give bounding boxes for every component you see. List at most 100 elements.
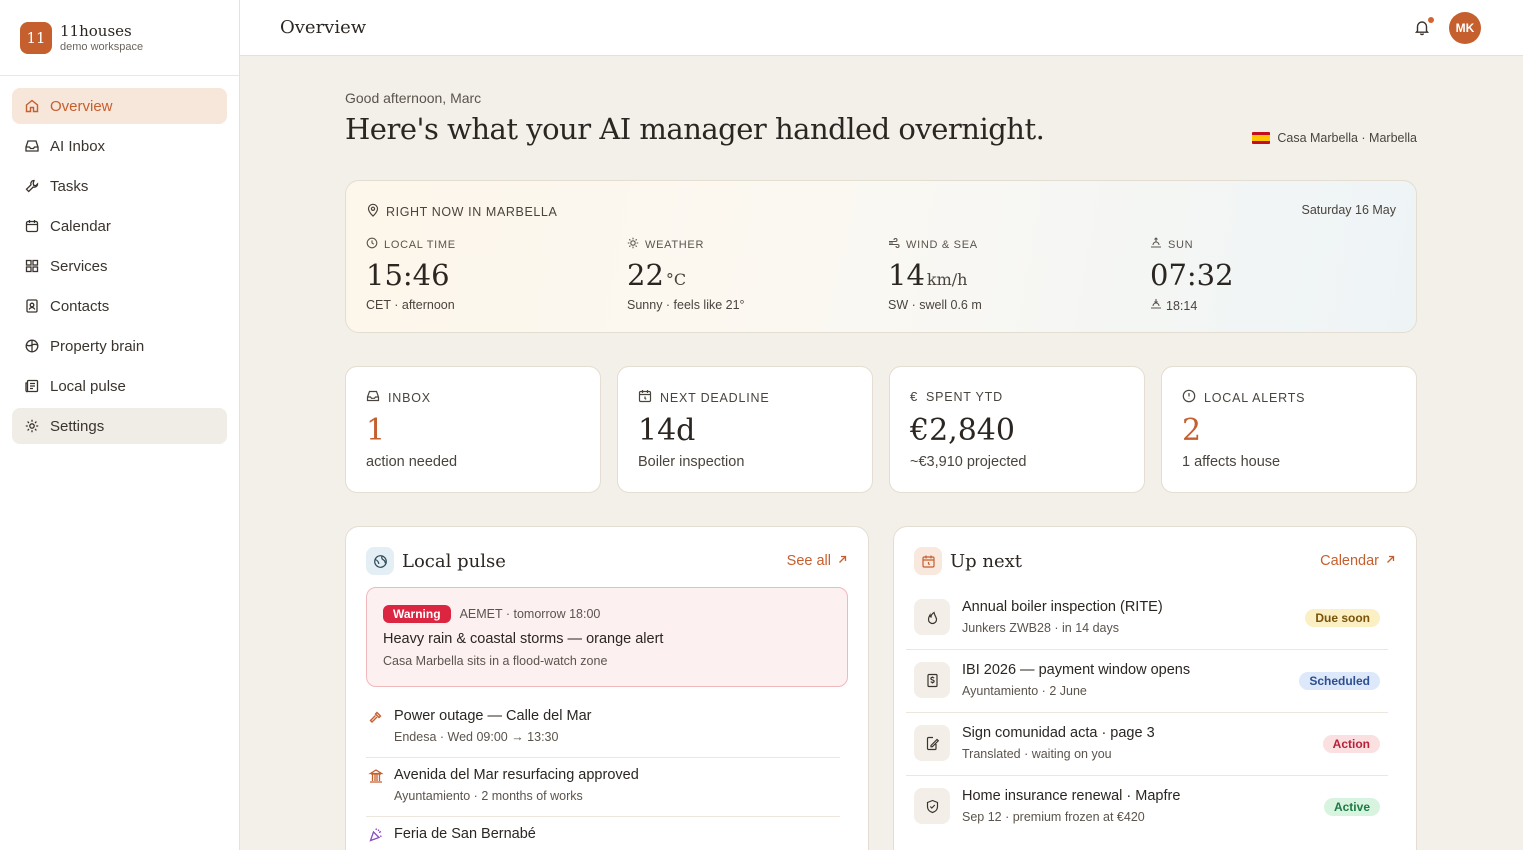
- sidebar-item-ai-inbox[interactable]: AI Inbox: [12, 128, 227, 164]
- sidebar-item-label: Overview: [50, 97, 113, 115]
- notification-dot: [1428, 17, 1434, 23]
- party-icon: [368, 827, 384, 843]
- weather-block: WEATHER 22 °C Sunny · feels like 21°: [627, 237, 745, 312]
- sidebar-item-contacts[interactable]: Contacts: [12, 288, 227, 324]
- headline: Here's what your AI manager handled over…: [345, 112, 1045, 146]
- calendar-link-label: Calendar: [1320, 553, 1379, 569]
- local-time-value: 15:46: [366, 258, 450, 292]
- right-now-heading-text: RIGHT NOW IN MARBELLA: [386, 204, 558, 219]
- sun-icon: [627, 237, 645, 252]
- right-now-heading: RIGHT NOW IN MARBELLA: [366, 203, 557, 220]
- spent-stat-label: SPENT YTD: [926, 389, 1003, 404]
- wind-sub: SW · swell 0.6 m: [888, 298, 982, 312]
- sidebar-item-overview[interactable]: Overview: [12, 88, 227, 124]
- bell-icon: [1413, 21, 1431, 40]
- temperature-unit: °C: [665, 270, 687, 289]
- up-next-panel: Up next Calendar Annual boiler inspectio…: [893, 526, 1417, 850]
- sidebar-item-settings[interactable]: Settings: [12, 408, 227, 444]
- pulse-item-title: Avenida del Mar resurfacing approved: [394, 767, 639, 783]
- arrow-up-right-icon: [1379, 553, 1396, 569]
- up-next-item-title: Home insurance renewal · Mapfre: [962, 788, 1181, 804]
- list-item[interactable]: Home insurance renewal · Mapfre Sep 12 ·…: [906, 776, 1388, 839]
- property-location[interactable]: Casa Marbella · Marbella: [1252, 131, 1417, 145]
- local-time-sub: CET · afternoon: [366, 298, 455, 312]
- inbox-stat-card[interactable]: INBOX 1 action needed: [345, 366, 601, 493]
- gear-icon: [24, 418, 40, 434]
- alerts-stat-card[interactable]: LOCAL ALERTS 2 1 affects house: [1161, 366, 1417, 493]
- wind-value: 14: [888, 258, 925, 292]
- map-pin-icon: [366, 203, 386, 220]
- receipt-icon: [914, 662, 950, 698]
- list-item[interactable]: Annual boiler inspection (RITE) Junkers …: [906, 587, 1388, 650]
- spent-stat-sub: ~€3,910 projected: [910, 454, 1027, 470]
- sidebar-item-label: AI Inbox: [50, 137, 106, 155]
- deadline-stat-card[interactable]: NEXT DEADLINE 14d Boiler inspection: [617, 366, 873, 493]
- weather-label: WEATHER: [645, 238, 705, 251]
- calendar-link[interactable]: Calendar: [1320, 553, 1396, 569]
- list-item[interactable]: Sign comunidad acta · page 3 Translated …: [906, 713, 1388, 776]
- status-badge: Active: [1323, 798, 1380, 816]
- sidebar-item-label: Tasks: [50, 177, 89, 195]
- status-badge: Action: [1322, 735, 1380, 753]
- sidebar-item-calendar[interactable]: Calendar: [12, 208, 227, 244]
- see-all-link[interactable]: See all: [787, 553, 848, 569]
- globe-icon: [366, 547, 394, 575]
- inbox-stat-sub: action needed: [366, 454, 458, 470]
- contact-card-icon: [24, 298, 40, 314]
- home-icon: [24, 98, 40, 114]
- pulse-item-title: Power outage — Calle del Mar: [394, 708, 592, 724]
- brand[interactable]: 11 11houses demo workspace: [0, 0, 239, 76]
- arrow-up-right-icon: [831, 553, 848, 569]
- pulse-item-sub: Endesa · Wed 09:00 → 13:30: [394, 730, 559, 744]
- up-next-title: Up next: [950, 550, 1023, 572]
- alert-meta: AEMET · tomorrow 18:00: [459, 607, 601, 621]
- deadline-stat-value: 14d: [638, 413, 696, 448]
- alert-sub: Casa Marbella sits in a flood-watch zone: [383, 654, 608, 668]
- sidebar-item-label: Calendar: [50, 217, 111, 235]
- weather-alert-card[interactable]: Warning AEMET · tomorrow 18:00 Heavy rai…: [366, 587, 848, 687]
- sidebar-item-label: Services: [50, 257, 108, 275]
- list-item[interactable]: Avenida del Mar resurfacing approved Ayu…: [366, 758, 840, 817]
- spent-stat-card[interactable]: € SPENT YTD €2,840 ~€3,910 projected: [889, 366, 1145, 493]
- euro-icon: €: [910, 389, 919, 404]
- sidebar-item-tasks[interactable]: Tasks: [12, 168, 227, 204]
- brain-icon: [24, 338, 40, 354]
- local-pulse-title: Local pulse: [402, 550, 506, 572]
- calendar-clock-icon: [914, 547, 942, 575]
- up-next-item-title: Sign comunidad acta · page 3: [962, 725, 1155, 741]
- sidebar-item-label: Settings: [50, 417, 105, 435]
- hammer-icon: [368, 709, 384, 725]
- sidebar: 11 11houses demo workspace Overview AI I…: [0, 0, 240, 850]
- sidebar-item-label: Property brain: [50, 337, 145, 355]
- list-item[interactable]: Feria de San Bernabé: [366, 817, 840, 850]
- sun-block: SUN 07:32 18:14: [1150, 237, 1234, 313]
- notifications-button[interactable]: [1413, 17, 1434, 40]
- clock-icon: [366, 237, 384, 252]
- alert-title: Heavy rain & coastal storms — orange ale…: [383, 631, 664, 647]
- wrench-icon: [24, 178, 40, 194]
- sidebar-item-services[interactable]: Services: [12, 248, 227, 284]
- alerts-stat-sub: 1 affects house: [1182, 454, 1281, 470]
- inbox-icon: [366, 389, 388, 406]
- sidebar-item-local-pulse[interactable]: Local pulse: [12, 368, 227, 404]
- up-next-item-sub: Ayuntamiento · 2 June: [962, 684, 1087, 698]
- building-icon: [368, 768, 384, 784]
- pulse-item-title: Feria de San Bernabé: [394, 826, 536, 842]
- sidebar-item-property-brain[interactable]: Property brain: [12, 328, 227, 364]
- right-now-card: RIGHT NOW IN MARBELLA Saturday 16 May LO…: [345, 180, 1417, 333]
- wind-icon: [888, 237, 906, 252]
- list-item[interactable]: Power outage — Calle del Mar Endesa · We…: [366, 699, 840, 758]
- sidebar-item-label: Local pulse: [50, 377, 126, 395]
- status-badge: Due soon: [1305, 609, 1380, 627]
- temperature-value: 22: [627, 258, 664, 292]
- sun-label: SUN: [1168, 238, 1194, 251]
- avatar[interactable]: MK: [1449, 12, 1481, 44]
- flame-icon: [914, 599, 950, 635]
- brand-logo: 11: [20, 21, 52, 54]
- inbox-stat-label: INBOX: [388, 390, 431, 405]
- sunrise-value: 07:32: [1150, 258, 1234, 292]
- status-badge: Scheduled: [1299, 672, 1380, 690]
- deadline-stat-sub: Boiler inspection: [638, 454, 745, 470]
- list-item[interactable]: IBI 2026 — payment window opens Ayuntami…: [906, 650, 1388, 713]
- local-time-block: LOCAL TIME 15:46 CET · afternoon: [366, 237, 456, 312]
